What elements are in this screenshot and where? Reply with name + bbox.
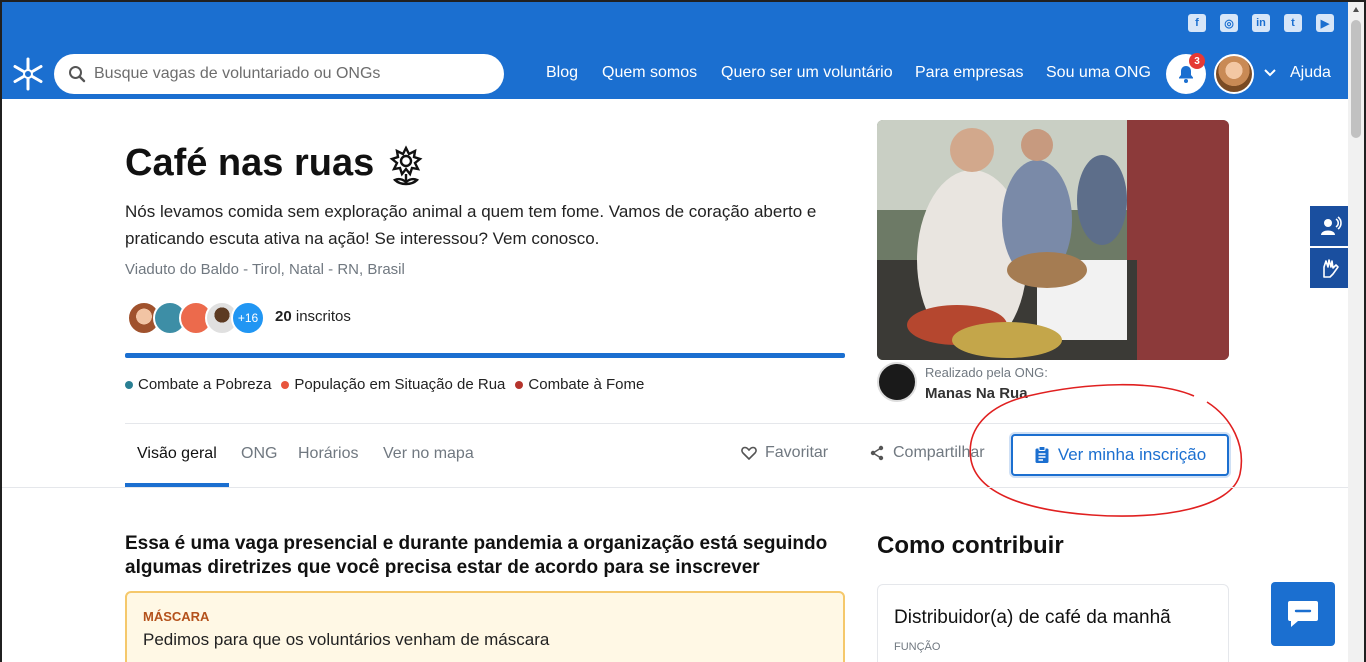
page-scrollbar[interactable] (1348, 2, 1364, 662)
ong-caption: Realizado pela ONG: (925, 365, 1048, 380)
cause-dot (281, 380, 290, 389)
cause-dot (125, 380, 133, 389)
nav-blog[interactable]: Blog (546, 64, 578, 82)
ong-name[interactable]: Manas Na Rua (925, 385, 1028, 402)
mask-guideline-card: MÁSCARA Pedimos para que os voluntários … (125, 591, 845, 662)
role-card[interactable]: Distribuidor(a) de café da manhã FUNÇÃO (877, 584, 1229, 662)
favorite-button[interactable]: Favoritar (741, 444, 828, 462)
nav-sou-uma-ong[interactable]: Sou uma ONG (1046, 64, 1151, 82)
heart-icon (741, 446, 757, 460)
mask-guideline-label: MÁSCARA (143, 609, 210, 624)
page: f ◎ in t ▶ Blog Quem somos Quero ser um … (0, 0, 1366, 662)
divider (125, 423, 1229, 424)
flower-icon (389, 145, 423, 186)
view-subscription-button[interactable]: Ver minha inscrição (1011, 434, 1229, 476)
linkedin-icon[interactable]: in (1252, 14, 1270, 32)
top-header: f ◎ in t ▶ Blog Quem somos Quero ser um … (2, 2, 1364, 99)
view-subscription-label: Ver minha inscrição (1057, 445, 1207, 464)
nav-link[interactable]: Quem somos (602, 64, 697, 82)
speaker-icon (1321, 216, 1342, 235)
search-icon (69, 66, 86, 83)
subscribers-count: 20 inscritos (275, 308, 351, 325)
social-links: f ◎ in t ▶ (1188, 14, 1334, 32)
cause-item[interactable]: Combate à Fome (515, 376, 644, 393)
tab-horarios[interactable]: Horários (298, 445, 358, 463)
clipboard-icon (1035, 446, 1049, 463)
youtube-icon[interactable]: ▶ (1316, 14, 1334, 32)
cause-item[interactable]: Combate a Pobreza (125, 376, 271, 393)
causes-list: Combate a Pobreza População em Situação … (125, 376, 644, 393)
cause-label: População em Situação de Rua (294, 376, 506, 393)
instagram-icon[interactable]: ◎ (1220, 14, 1238, 32)
cause-label: Combate à Fome (528, 376, 645, 393)
nav-link[interactable]: Blog (546, 64, 578, 82)
more-volunteers-badge: +16 (231, 301, 265, 335)
help-link[interactable]: Ajuda (1290, 64, 1331, 82)
accessibility-sign-language-button[interactable] (1310, 248, 1352, 288)
nav-link[interactable]: Quero ser um voluntário (721, 64, 893, 82)
search-bar[interactable] (54, 54, 504, 94)
nav-para-empresas[interactable]: Para empresas (915, 64, 1024, 82)
guidelines-title: Essa é uma vaga presencial e durante pan… (125, 533, 828, 578)
subscription-progress-bar (125, 353, 845, 358)
chevron-down-icon[interactable] (1264, 68, 1276, 78)
role-name: Distribuidor(a) de café da manhã (894, 607, 1171, 628)
twitter-icon[interactable]: t (1284, 14, 1302, 32)
subscribers-number: 20 (275, 308, 292, 325)
notifications-badge: 3 (1189, 53, 1205, 69)
share-icon (870, 445, 884, 461)
contribute-title: Como contribuir (877, 532, 1064, 559)
share-label: Compartilhar (893, 444, 985, 461)
divider (2, 487, 1352, 488)
nav-link[interactable]: Para empresas (915, 64, 1024, 82)
ong-logo[interactable] (877, 362, 917, 402)
sign-language-icon (1323, 259, 1339, 278)
project-location: Viaduto do Baldo - Tirol, Natal - RN, Br… (125, 261, 405, 278)
cause-label: Combate a Pobreza (138, 376, 272, 393)
chat-button[interactable] (1271, 582, 1335, 646)
project-photo[interactable] (877, 120, 1229, 360)
mask-guideline-text: Pedimos para que os voluntários venham d… (143, 630, 550, 649)
favorite-label: Favoritar (765, 444, 829, 461)
scroll-up-icon[interactable] (1352, 6, 1360, 14)
nav-quero-ser-voluntario[interactable]: Quero ser um voluntário (721, 64, 893, 82)
role-type-label: FUNÇÃO (894, 641, 941, 653)
snowflake-logo-icon[interactable] (10, 56, 46, 92)
accessibility-voice-button[interactable] (1310, 206, 1352, 246)
cause-dot (515, 380, 524, 389)
tab-ong[interactable]: ONG (241, 445, 277, 463)
tab-ver-no-mapa[interactable]: Ver no mapa (383, 445, 474, 463)
nav-link[interactable]: Sou uma ONG (1046, 64, 1151, 82)
nav-quem-somos[interactable]: Quem somos (602, 64, 697, 82)
page-title: Café nas ruas (125, 142, 375, 184)
cause-item[interactable]: População em Situação de Rua (281, 376, 505, 393)
project-description: Nós levamos comida sem exploração animal… (125, 202, 817, 248)
share-button[interactable]: Compartilhar (869, 444, 985, 462)
search-input[interactable] (94, 65, 474, 83)
user-avatar[interactable] (1214, 54, 1254, 94)
facebook-icon[interactable]: f (1188, 14, 1206, 32)
chat-icon (1288, 601, 1318, 627)
tab-visao-geral[interactable]: Visão geral (137, 445, 217, 463)
subscribers-label: inscritos (295, 308, 351, 325)
scrollbar-thumb[interactable] (1351, 20, 1361, 138)
